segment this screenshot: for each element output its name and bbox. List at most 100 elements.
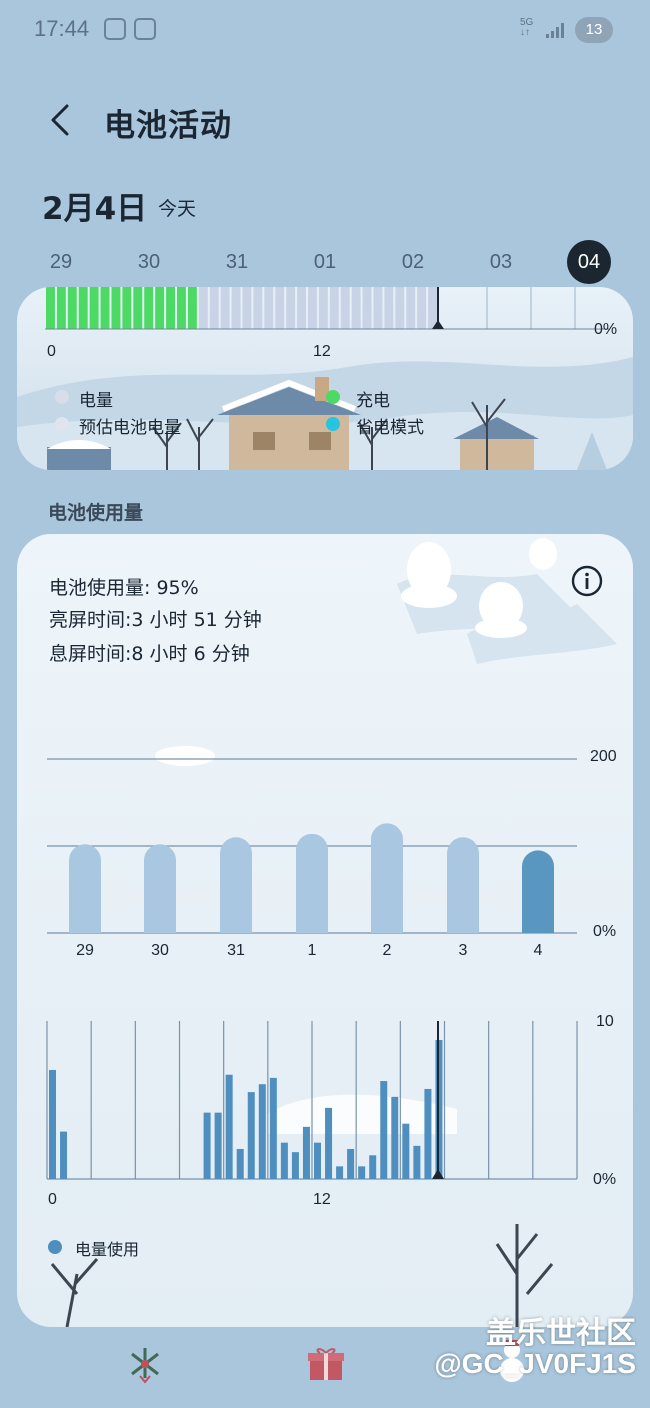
hourly-usage-bar (336, 1166, 344, 1179)
signal-icon (546, 22, 564, 38)
hourly-usage-bar (302, 1126, 310, 1179)
watermark-community: 盖乐世社区 (486, 1316, 636, 1351)
gift-icon[interactable] (306, 1344, 346, 1384)
battery-level-bar (340, 287, 350, 329)
day-tab-03[interactable]: 03 (476, 240, 526, 284)
daily-usage-bar (447, 837, 479, 933)
hourly-usage-bar (391, 1096, 399, 1179)
hourly-x-tick-0: 0 (48, 1191, 57, 1208)
hourly-usage-bar (269, 1077, 277, 1179)
battery-level-bar (373, 287, 383, 329)
day-tab-31[interactable]: 31 (212, 240, 262, 284)
legend-estimated: 预估电池电量 (79, 418, 181, 438)
battery-level-bar (78, 287, 88, 329)
battery-level-bar (198, 287, 208, 329)
battery-level-bar (122, 287, 132, 329)
screen-off-time-text: 息屏时间:8 小时 6 分钟 (49, 643, 250, 665)
battery-level-bar (67, 287, 77, 329)
battery-level-bar (89, 287, 99, 329)
daily-x-tick: 2 (382, 942, 392, 959)
hourly-usage-bar (369, 1155, 377, 1179)
screen-on-time-text: 亮屏时间:3 小时 51 分钟 (49, 609, 262, 631)
date-today-label: 今天 (158, 198, 197, 220)
hourly-usage-bar (325, 1107, 333, 1179)
battery-level-badge: 13 (575, 17, 613, 43)
battery-level-bar (100, 287, 110, 329)
battery-level-bar (297, 287, 306, 329)
christmas-wreath-icon[interactable] (122, 1340, 168, 1386)
battery-level-bar (417, 287, 427, 329)
info-button[interactable] (570, 564, 604, 598)
x-tick-0: 0 (47, 343, 56, 360)
battery-level-bar (329, 287, 339, 329)
hourly-usage-bar (60, 1131, 68, 1179)
day-tab-30[interactable]: 30 (124, 240, 174, 284)
daily-usage-chart (47, 758, 577, 934)
battery-level-bar (362, 287, 372, 329)
battery-level-bar (166, 287, 175, 329)
hourly-usage-bar (314, 1142, 321, 1179)
info-icon (571, 565, 603, 597)
day-tab-29[interactable]: 29 (36, 240, 86, 284)
daily-x-tick: 31 (227, 942, 245, 959)
legend-dot-power-saving (326, 417, 340, 431)
daily-usage-bar (69, 844, 101, 933)
legend-dot-level (55, 390, 69, 404)
battery-level-bar (275, 287, 285, 329)
hourly-usage-bar (424, 1088, 432, 1179)
battery-level-bar (209, 287, 219, 329)
battery-level-bar (187, 287, 197, 329)
hourly-usage-bar (236, 1148, 244, 1179)
hourly-usage-bar (280, 1142, 288, 1179)
hourly-usage-bar (247, 1092, 255, 1179)
battery-level-bar (220, 287, 230, 329)
hourly-usage-bar (258, 1084, 266, 1179)
battery-level-bar (318, 287, 328, 329)
date-heading: 2月4日 (42, 191, 148, 227)
usage-percent-text: 电池使用量: 95% (49, 577, 199, 599)
legend-charging: 充电 (356, 391, 390, 411)
daily-x-tick: 1 (307, 942, 317, 959)
daily-usage-bar (296, 833, 328, 933)
hourly-y-tick-min: 0% (593, 1171, 617, 1188)
back-button[interactable] (40, 100, 80, 140)
battery-level-bar (46, 287, 55, 329)
day-tab-02[interactable]: 02 (388, 240, 438, 284)
battery-level-bar (144, 287, 154, 329)
day-tab-04-selected[interactable]: 04 (567, 240, 611, 284)
watermark-user: @GC_JV0FJ1S (434, 1348, 636, 1379)
day-tab-01[interactable]: 01 (300, 240, 350, 284)
legend-dot-charging (326, 390, 340, 404)
hourly-x-tick-12: 12 (313, 1191, 331, 1208)
screenshot-icon (104, 18, 126, 40)
daily-usage-bar (144, 844, 176, 933)
battery-level-bar (177, 287, 186, 329)
hourly-usage-bar (203, 1112, 211, 1179)
hourly-usage-bar (225, 1074, 233, 1179)
status-bar: 17:44 5G ↓↑ 13 (0, 0, 650, 60)
daily-usage-bar (371, 823, 403, 933)
hourly-usage-bar (380, 1081, 388, 1179)
battery-level-bar (155, 287, 165, 329)
hourly-y-tick-max: 10 (596, 1013, 614, 1030)
battery-level-bar (406, 287, 416, 329)
hourly-usage-chart (46, 1021, 578, 1180)
network-type: 5G ↓↑ (520, 17, 534, 38)
hourly-usage-bar (413, 1145, 421, 1179)
daily-x-tick: 4 (533, 942, 543, 959)
legend-usage: 电量使用 (75, 1240, 140, 1259)
battery-level-bar (111, 287, 121, 329)
daily-x-tick: 30 (151, 942, 169, 959)
hourly-usage-bar (291, 1152, 299, 1179)
daily-usage-bar (522, 850, 554, 933)
battery-level-bar (395, 287, 405, 329)
battery-level-bar (253, 287, 263, 329)
battery-level-card: 0 12 0% 电量 预估电池电量 充电 省电模式 (17, 287, 633, 470)
hourly-usage-bar (402, 1123, 410, 1179)
legend-dot-usage (48, 1240, 62, 1254)
battery-level-bar (428, 287, 437, 329)
battery-level-bar (351, 287, 361, 329)
daily-x-tick: 3 (458, 942, 468, 959)
battery-level-bar (286, 287, 296, 329)
daily-usage-bar (220, 837, 252, 933)
